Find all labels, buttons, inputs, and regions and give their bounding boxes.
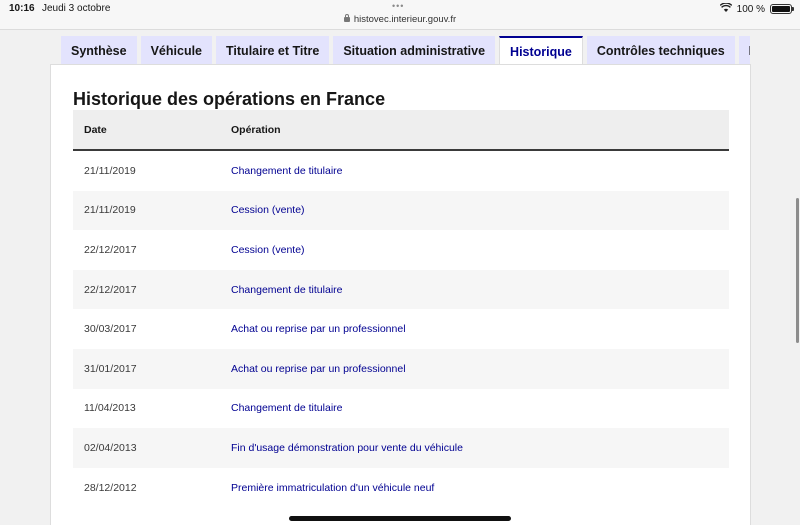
table-row: 22/12/2017 Changement de titulaire: [73, 269, 729, 310]
scrollbar[interactable]: [796, 198, 799, 343]
tab-kilo[interactable]: Kilo: [738, 36, 750, 65]
table-row: 31/01/2017 Achat ou reprise par un profes…: [73, 348, 729, 389]
column-header-date: Date: [84, 123, 107, 136]
address-bar[interactable]: histovec.interieur.gouv.fr: [0, 14, 800, 25]
row-operation: Achat ou reprise par un professionnel: [231, 323, 406, 336]
table-row: 02/04/2013 Fin d'usage démonstration pour…: [73, 428, 729, 468]
table-row: 28/12/2012 Première immatriculation d'un …: [73, 467, 729, 508]
tab-situation-administrative[interactable]: Situation administrative: [333, 36, 496, 65]
row-date: 22/12/2017: [84, 243, 137, 256]
row-operation: Changement de titulaire: [231, 164, 343, 177]
row-date: 02/04/2013: [84, 441, 137, 454]
row-operation: Cession (vente): [231, 204, 305, 217]
table-row: 11/04/2013 Changement de titulaire: [73, 388, 729, 429]
table-header: Date Opération: [73, 110, 729, 151]
row-operation: Fin d'usage démonstration pour vente du …: [231, 441, 463, 454]
wifi-icon: [719, 2, 732, 15]
row-operation: Première immatriculation d'un véhicule n…: [231, 481, 435, 494]
tab-controles-techniques[interactable]: Contrôles techniques: [586, 36, 735, 65]
row-date: 30/03/2017: [84, 323, 137, 336]
table-row: 21/11/2019 Cession (vente): [73, 190, 729, 231]
row-date: 21/11/2019: [84, 164, 136, 177]
table-row: 22/12/2017 Cession (vente): [73, 230, 729, 270]
row-operation: Achat ou reprise par un professionnel: [231, 362, 406, 375]
tab-vehicule[interactable]: Véhicule: [140, 36, 213, 65]
row-date: 31/01/2017: [84, 362, 137, 375]
tab-historique[interactable]: Historique: [499, 36, 583, 65]
column-header-operation: Opération: [231, 123, 281, 136]
row-operation: Changement de titulaire: [231, 283, 343, 296]
tab-synthese[interactable]: Synthèse: [61, 36, 137, 65]
operations-table: Date Opération 21/11/2019 Changement de t…: [73, 110, 729, 508]
tab-titulaire-et-titre[interactable]: Titulaire et Titre: [216, 36, 330, 65]
status-time: 10:16: [9, 3, 35, 14]
ios-status-bar: 10:16 Jeudi 3 octobre ••• histovec.inter…: [0, 0, 800, 30]
section-title: Historique des opérations en France: [73, 89, 386, 109]
row-operation: Cession (vente): [231, 243, 305, 256]
battery-icon: [770, 4, 794, 14]
address-url: histovec.interieur.gouv.fr: [353, 14, 457, 25]
table-row: 30/03/2017 Achat ou reprise par un profes…: [73, 309, 729, 349]
lock-icon: [343, 14, 350, 22]
tab-bar: Synthèse Véhicule Titulaire et Titre Situat…: [61, 36, 750, 65]
row-date: 11/04/2013: [84, 402, 136, 415]
table-body: 21/11/2019 Changement de titulaire 21/11/2…: [73, 151, 729, 508]
status-date: Jeudi 3 octobre: [42, 3, 111, 14]
content-panel: Historique des opérations en France Date…: [50, 64, 751, 525]
status-indicators: 100 %: [719, 2, 794, 15]
row-date: 22/12/2017: [84, 283, 137, 296]
home-indicator[interactable]: [289, 516, 511, 521]
more-options-icon[interactable]: •••: [392, 1, 404, 11]
table-row: 21/11/2019 Changement de titulaire: [73, 151, 729, 191]
row-date: 28/12/2012: [84, 481, 137, 494]
row-operation: Changement de titulaire: [231, 402, 343, 415]
battery-percent: 100 %: [736, 3, 765, 15]
row-date: 21/11/2019: [84, 204, 136, 217]
